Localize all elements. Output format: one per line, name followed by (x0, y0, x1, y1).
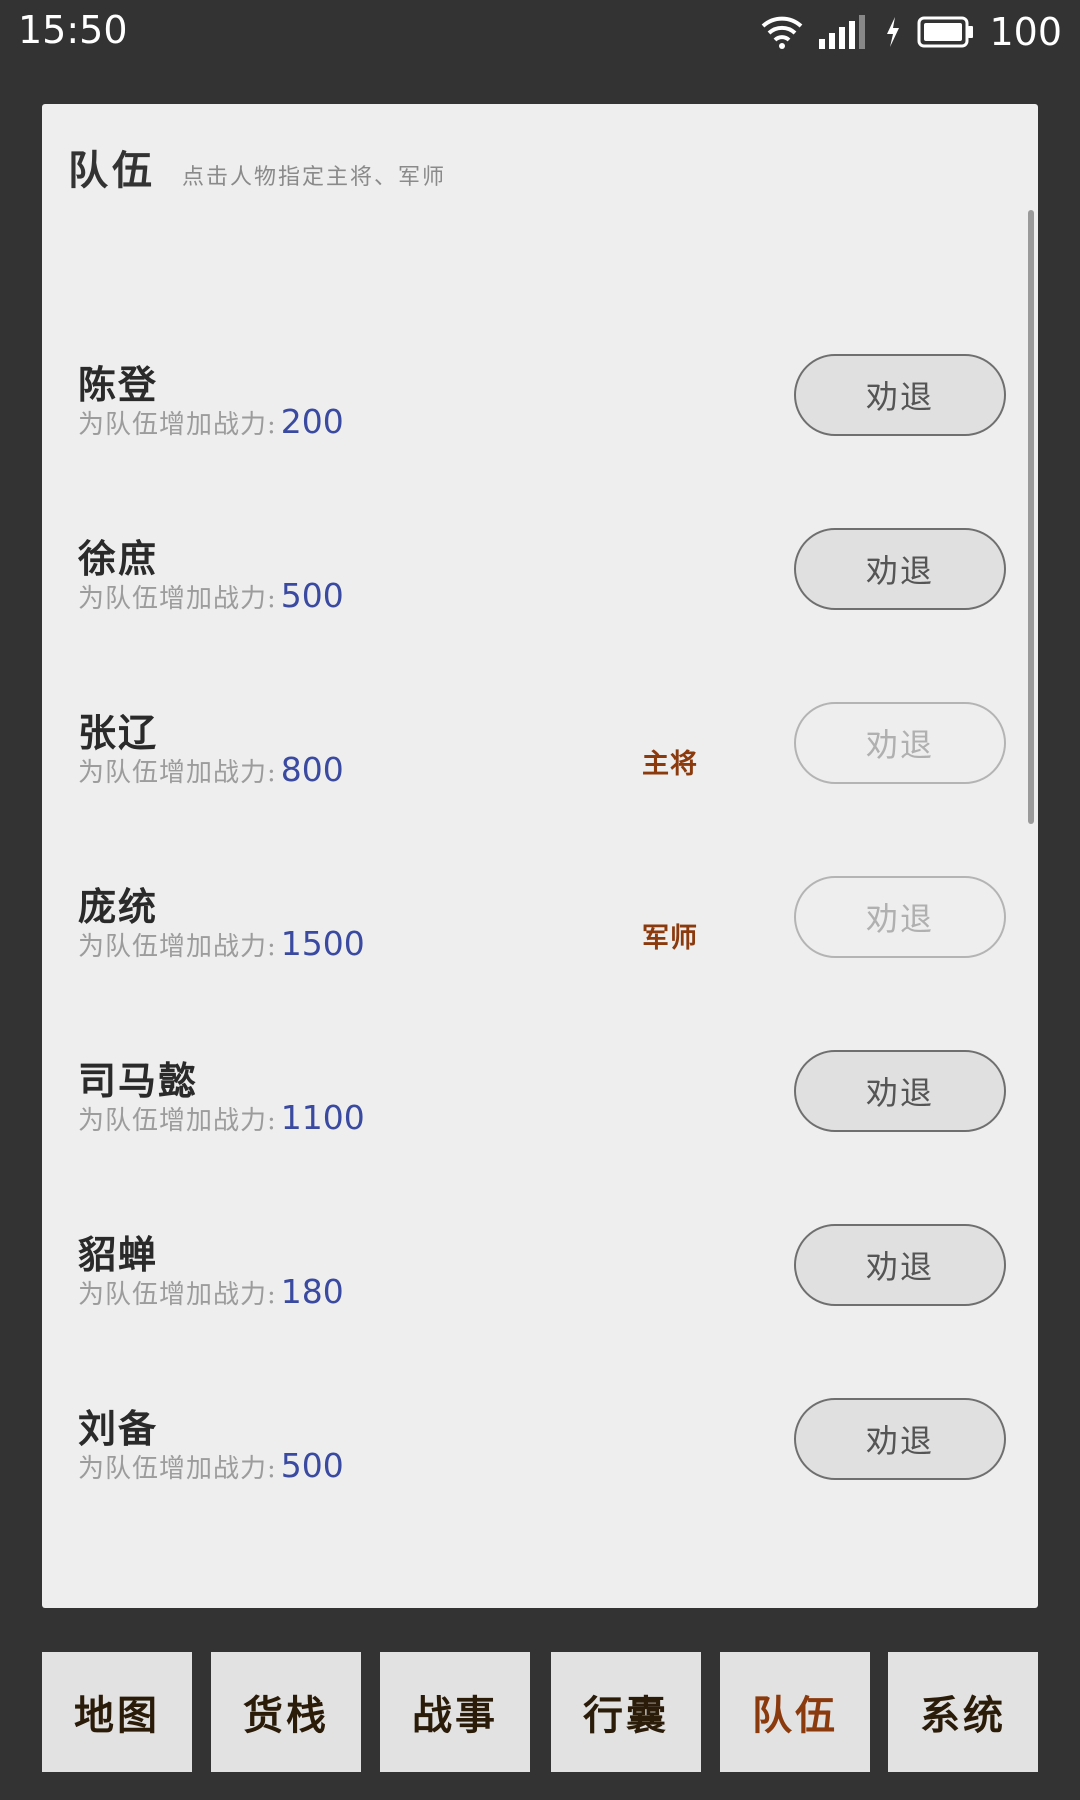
member-power: 为队伍增加战力: 1500 (78, 924, 365, 963)
power-value: 500 (280, 576, 344, 615)
member-power: 为队伍增加战力: 200 (78, 402, 344, 441)
tab-warehouse[interactable]: 货栈 (211, 1652, 361, 1772)
member-name: 庞统 (78, 884, 159, 929)
member-name: 张辽 (78, 710, 159, 755)
member-name: 司马懿 (78, 1058, 199, 1103)
power-value: 200 (280, 402, 344, 441)
tab-map[interactable]: 地图 (42, 1652, 192, 1772)
member-name: 陈登 (78, 362, 159, 407)
status-bar: 15:50 100 (0, 0, 1080, 64)
panel-title: 队伍 (68, 147, 156, 194)
member-row[interactable]: 马良 为队伍增加战力: 500 劝退 (42, 1572, 1038, 1618)
member-name: 马良 (78, 1580, 159, 1618)
member-row[interactable]: 徐庶 为队伍增加战力: 500 劝退 (42, 528, 1038, 702)
dismiss-button[interactable]: 劝退 (794, 1398, 1006, 1480)
member-row[interactable]: 庞统 为队伍增加战力: 1500 军师 劝退 (42, 876, 1038, 1050)
member-power: 为队伍增加战力: 500 (78, 576, 344, 615)
power-label: 为队伍增加战力: (78, 1454, 277, 1484)
member-row[interactable]: 刘备 为队伍增加战力: 500 劝退 (42, 1398, 1038, 1514)
tab-team[interactable]: 队伍 (720, 1652, 870, 1772)
tab-system[interactable]: 系统 (888, 1652, 1038, 1772)
bottom-tab-bar: 地图 货栈 战事 行囊 队伍 系统 (42, 1652, 1038, 1772)
member-list[interactable]: 陈登 为队伍增加战力: 200 劝退 徐庶 为队伍增加战力: 500 劝退 张辽… (42, 214, 1038, 1618)
charging-icon (887, 17, 900, 47)
power-label: 为队伍增加战力: (78, 1106, 277, 1136)
member-name: 刘备 (78, 1406, 159, 1451)
wifi-icon (762, 16, 803, 49)
power-value: 180 (280, 1272, 344, 1311)
member-row[interactable]: 貂蝉 为队伍增加战力: 180 劝退 (42, 1224, 1038, 1398)
power-value: 1500 (280, 924, 365, 963)
role-tag-general: 主将 (642, 749, 698, 780)
member-power: 为队伍增加战力: 1100 (78, 1098, 365, 1137)
battery-icon (917, 16, 974, 48)
member-row[interactable]: 张辽 为队伍增加战力: 800 主将 劝退 (42, 702, 1038, 876)
status-time: 15:50 (18, 8, 128, 52)
power-label: 为队伍增加战力: (78, 1280, 277, 1310)
dismiss-button[interactable]: 劝退 (794, 354, 1006, 436)
panel-header: 队伍 点击人物指定主将、军师 (68, 138, 446, 196)
team-panel: 队伍 点击人物指定主将、军师 陈登 为队伍增加战力: 200 劝退 徐庶 为队伍… (42, 104, 1038, 1608)
member-name: 貂蝉 (78, 1232, 159, 1277)
power-value: 1100 (280, 1098, 365, 1137)
power-label: 为队伍增加战力: (78, 410, 277, 440)
power-label: 为队伍增加战力: (78, 758, 277, 788)
member-row[interactable]: 陈登 为队伍增加战力: 200 劝退 (42, 354, 1038, 528)
dismiss-button[interactable]: 劝退 (794, 528, 1006, 610)
dismiss-button[interactable]: 劝退 (794, 876, 1006, 958)
battery-percent: 100 (989, 10, 1062, 54)
power-value: 800 (280, 750, 344, 789)
tab-inventory[interactable]: 行囊 (551, 1652, 701, 1772)
member-power: 为队伍增加战力: 500 (78, 1446, 344, 1485)
member-power: 为队伍增加战力: 180 (78, 1272, 344, 1311)
member-power: 为队伍增加战力: 800 (78, 750, 344, 789)
member-name: 徐庶 (78, 536, 159, 581)
dismiss-button[interactable]: 劝退 (794, 1050, 1006, 1132)
dismiss-button[interactable]: 劝退 (794, 1572, 1006, 1618)
power-value: 500 (280, 1446, 344, 1485)
role-tag-strategist: 军师 (642, 923, 698, 954)
dismiss-button[interactable]: 劝退 (794, 1224, 1006, 1306)
dismiss-button[interactable]: 劝退 (794, 702, 1006, 784)
panel-hint: 点击人物指定主将、军师 (182, 165, 447, 190)
power-label: 为队伍增加战力: (78, 932, 277, 962)
tab-battles[interactable]: 战事 (380, 1652, 530, 1772)
power-label: 为队伍增加战力: (78, 584, 277, 614)
signal-icon (819, 15, 866, 49)
member-row[interactable]: 司马懿 为队伍增加战力: 1100 劝退 (42, 1050, 1038, 1224)
status-indicators: 100 (761, 8, 1062, 56)
